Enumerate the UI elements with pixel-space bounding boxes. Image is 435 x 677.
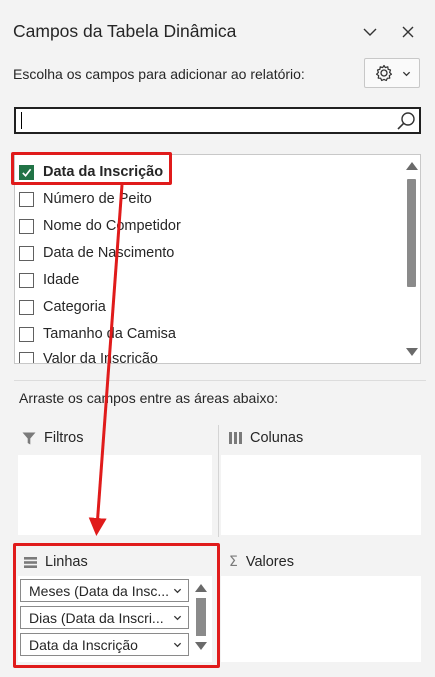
scroll-down-icon[interactable]: [406, 348, 418, 356]
row-field-label: Data da Inscrição: [29, 636, 138, 653]
scroll-up-icon[interactable]: [195, 584, 207, 592]
values-label: Valores: [245, 554, 294, 570]
scrollbar-thumb[interactable]: [407, 179, 416, 287]
rows-icon: [24, 556, 37, 568]
row-field-meses[interactable]: Meses (Data da Insc...: [20, 579, 189, 602]
scrollbar-thumb[interactable]: [196, 598, 206, 636]
field-item-nome-do-competidor[interactable]: Nome do Competidor: [19, 214, 181, 238]
values-drop-area[interactable]: [221, 576, 421, 662]
search-box[interactable]: [14, 107, 421, 134]
row-field-data-da-inscricao[interactable]: Data da Inscrição: [20, 633, 189, 656]
checkbox[interactable]: [19, 191, 34, 207]
search-icon[interactable]: [395, 110, 417, 132]
checkbox[interactable]: [19, 272, 34, 288]
field-label: Número de Peito: [43, 191, 152, 207]
areas-instruction: Arraste os campos entre as áreas abaixo:: [19, 390, 279, 406]
row-field-dias[interactable]: Dias (Data da Inscri...: [20, 606, 189, 629]
columns-area-header: Colunas: [229, 430, 303, 446]
field-item-data-da-inscricao[interactable]: Data da Inscrição: [19, 160, 163, 184]
chevron-down-icon[interactable]: [173, 613, 182, 622]
field-settings-button[interactable]: [364, 58, 420, 88]
field-item-tamanho-da-camisa[interactable]: Tamanho da Camisa: [19, 322, 176, 346]
area-divider: [218, 545, 219, 665]
chevron-down-icon[interactable]: [358, 20, 382, 44]
field-item-categoria[interactable]: Categoria: [19, 295, 106, 319]
field-label: Idade: [43, 272, 80, 288]
checkbox[interactable]: [19, 218, 34, 234]
row-field-label: Dias (Data da Inscri...: [29, 609, 164, 626]
chevron-down-icon[interactable]: [173, 640, 182, 649]
rows-area-scrollbar[interactable]: [194, 580, 208, 654]
checkbox[interactable]: [19, 351, 34, 363]
field-label: Nome do Competidor: [43, 218, 181, 234]
pane-title: Campos da Tabela Dinâmica: [13, 21, 237, 41]
filters-area-header: Filtros: [22, 430, 83, 446]
field-label: Tamanho da Camisa: [43, 326, 176, 342]
values-area-header: Σ Valores: [229, 554, 294, 570]
columns-drop-area[interactable]: [221, 455, 421, 535]
field-item-numero-de-peito[interactable]: Número de Peito: [19, 187, 152, 211]
filters-label: Filtros: [44, 430, 84, 446]
checkbox[interactable]: [19, 245, 34, 261]
checkbox-checked[interactable]: [19, 164, 34, 180]
sigma-icon: Σ: [229, 554, 238, 570]
row-field-label: Meses (Data da Insc...: [29, 582, 169, 599]
gear-icon: [375, 64, 392, 82]
field-item-data-de-nascimento[interactable]: Data de Nascimento: [19, 241, 174, 265]
field-item-idade[interactable]: Idade: [19, 268, 79, 292]
scroll-down-icon[interactable]: [195, 642, 207, 650]
filters-drop-area[interactable]: [18, 455, 212, 535]
choose-fields-label: Escolha os campos para adicionar ao rela…: [13, 66, 305, 82]
rows-label: Linhas: [45, 554, 88, 570]
divider: [14, 380, 426, 381]
columns-label: Colunas: [250, 430, 304, 446]
close-icon[interactable]: [396, 20, 420, 44]
field-list-scrollbar[interactable]: [402, 155, 420, 363]
field-label: Valor da Inscrição: [43, 351, 158, 364]
field-item-valor-da-inscricao[interactable]: Valor da Inscrição: [19, 347, 158, 364]
checkbox[interactable]: [19, 299, 34, 315]
scroll-up-icon[interactable]: [406, 162, 418, 170]
search-input[interactable]: [20, 110, 390, 131]
chevron-down-icon[interactable]: [173, 586, 182, 595]
field-label: Categoria: [43, 299, 106, 315]
field-label: Data de Nascimento: [43, 245, 175, 261]
chevron-down-icon: [402, 71, 410, 76]
field-label: Data da Inscrição: [43, 164, 164, 180]
field-list[interactable]: Data da Inscrição Número de Peito Nome d…: [14, 154, 421, 364]
columns-icon: [229, 432, 242, 444]
checkbox[interactable]: [19, 326, 34, 342]
area-divider: [218, 425, 219, 537]
filter-icon: [22, 432, 36, 444]
rows-area-header: Linhas: [24, 554, 88, 570]
